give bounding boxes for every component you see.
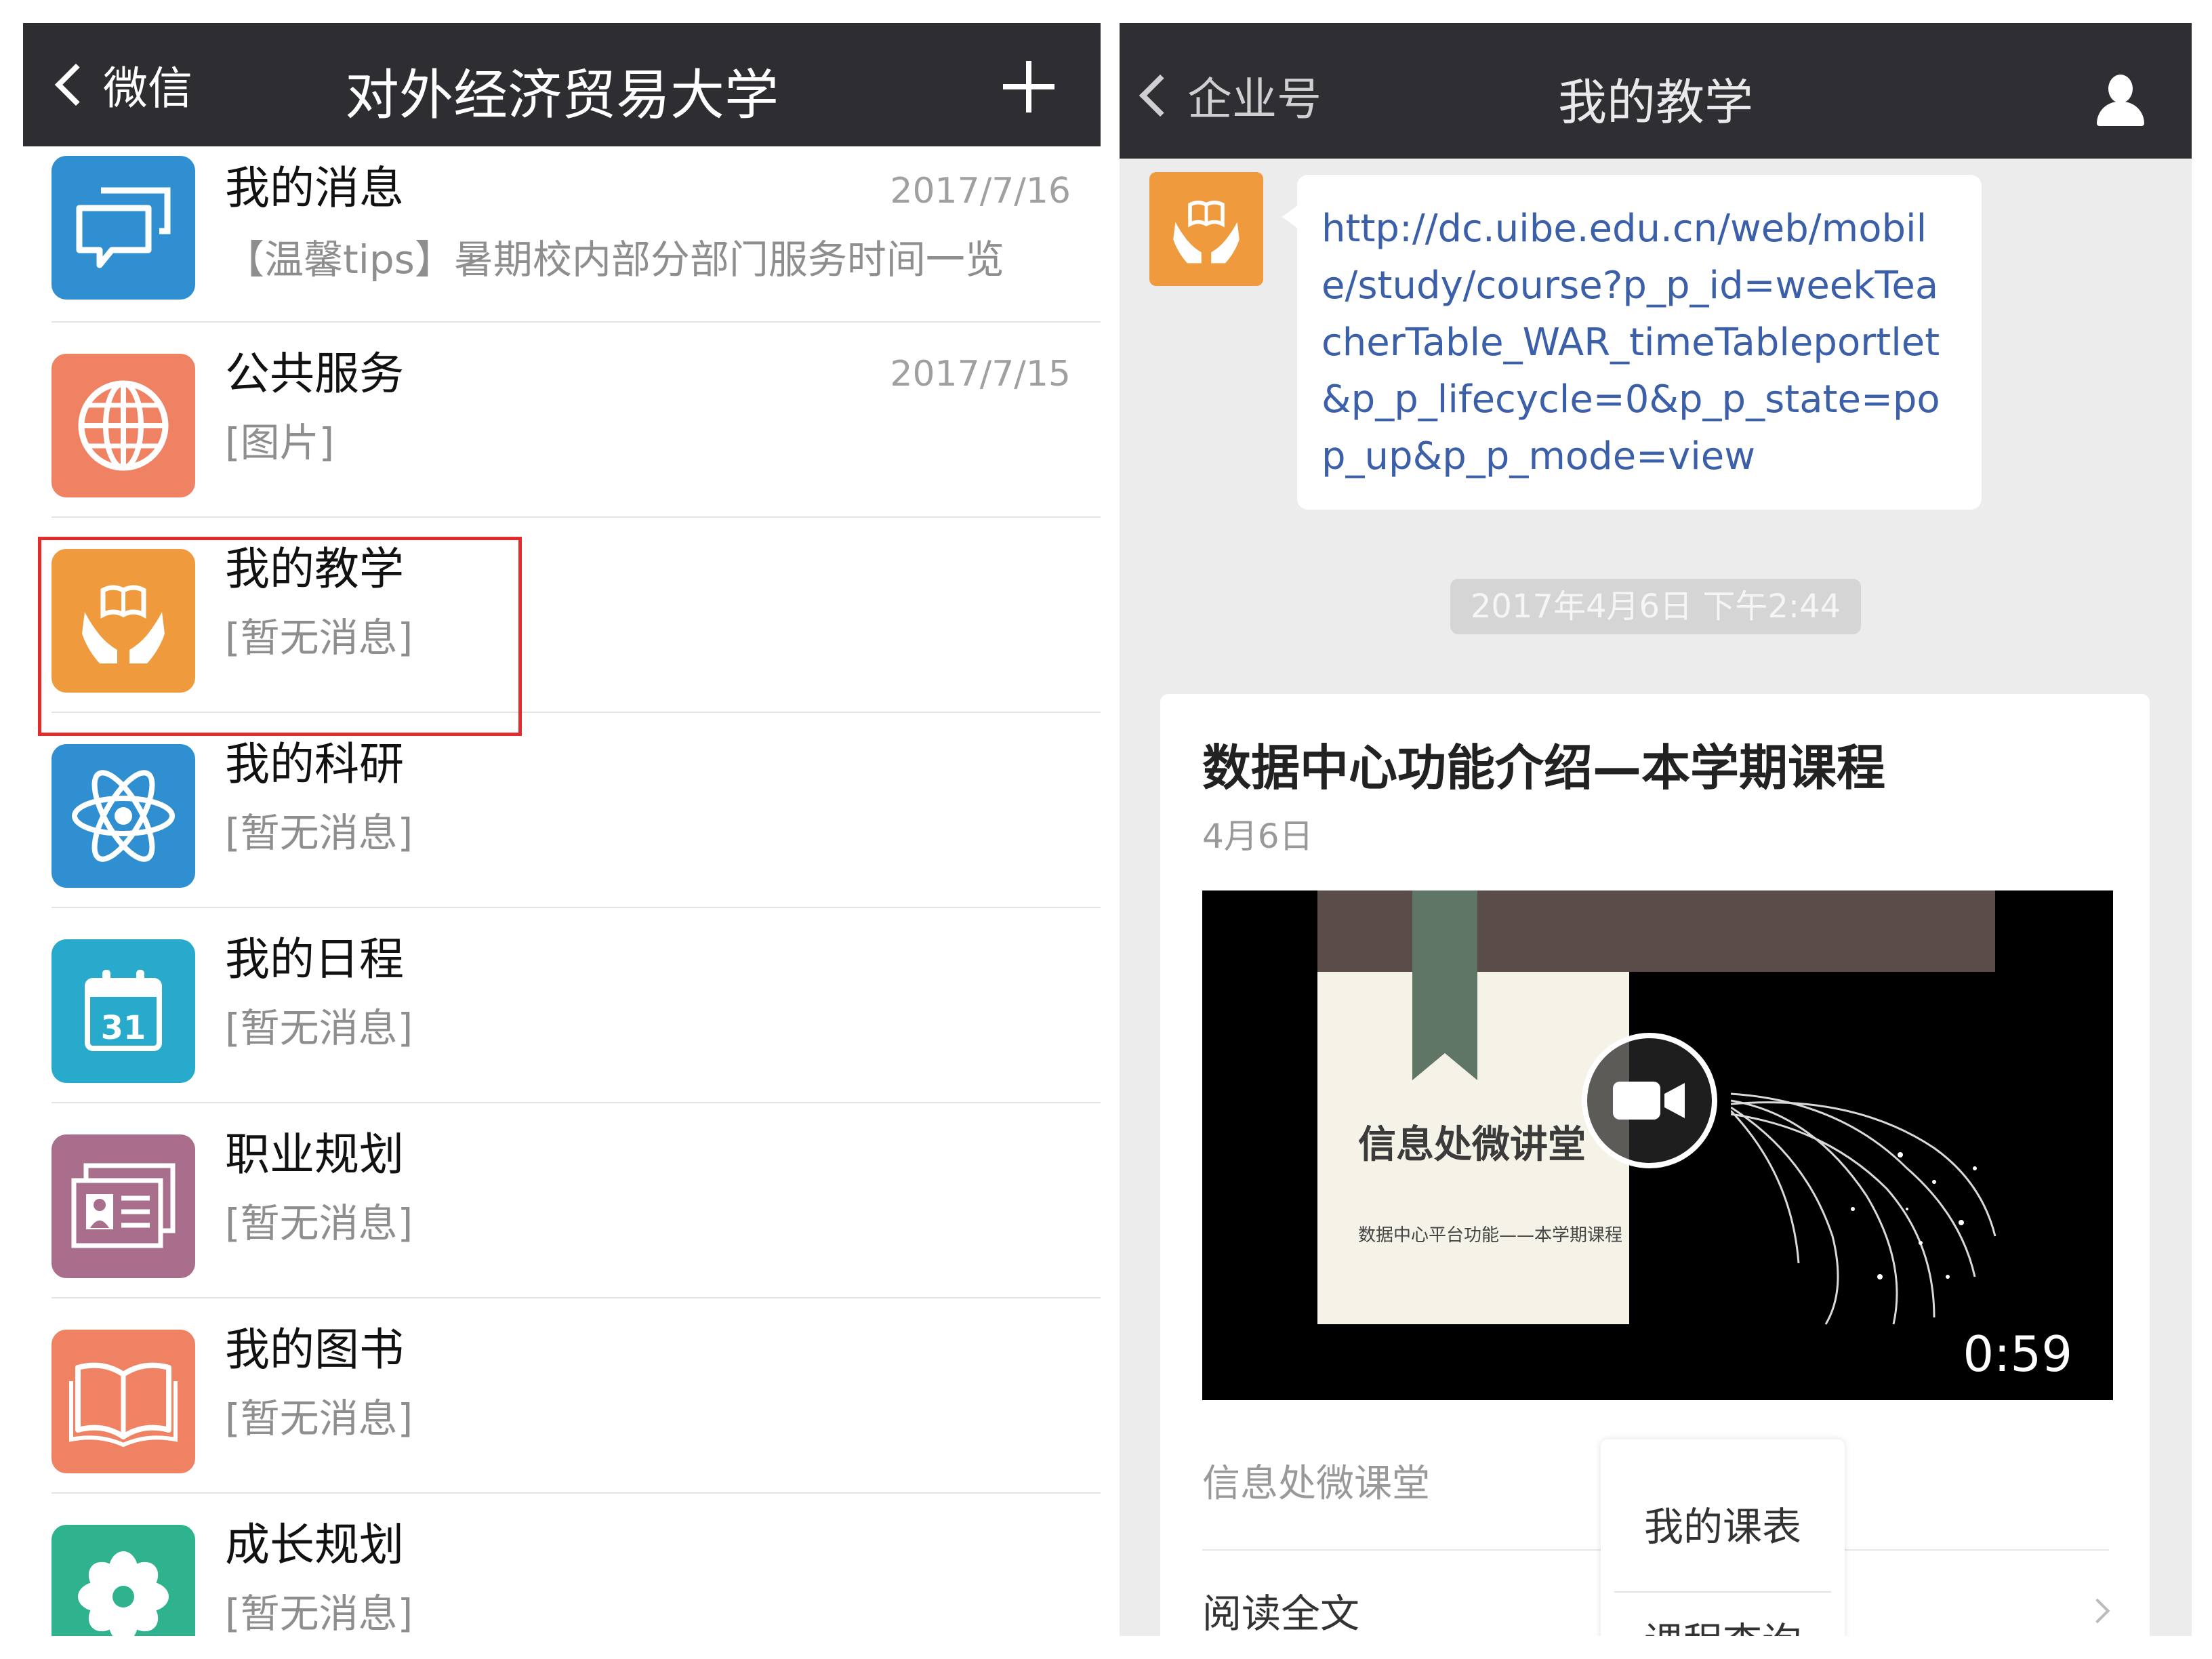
video-camera-icon[interactable] (1582, 1033, 1717, 1168)
item-name: 我的科研 (225, 738, 404, 790)
item-preview: [暂无消息] (225, 1200, 413, 1246)
id-card-icon (52, 1134, 195, 1278)
atom-icon (52, 744, 195, 888)
video-slide-title: 信息处微讲堂 (1358, 1123, 1586, 1167)
list-item-my-messages[interactable]: 我的消息 2017/7/16 【温馨tips】暑期校内部分部门服务时间一览 (23, 146, 1101, 323)
item-preview: [图片] (225, 419, 335, 466)
article-title[interactable]: 数据中心功能介绍—本学期课程 (1202, 728, 1885, 799)
chevron-right-icon (2085, 1598, 2110, 1624)
divider (1614, 1591, 1831, 1593)
menu-item-course-search[interactable]: 课程查询 (1601, 1610, 1845, 1636)
item-name: 职业规划 (225, 1128, 404, 1181)
calendar-day: 31 (101, 1009, 146, 1047)
article-date: 4月6日 (1202, 817, 1313, 856)
person-body (2097, 102, 2144, 126)
read-more-link[interactable]: 阅读全文 (1202, 1582, 1359, 1636)
message-bubble: http://dc.uibe.edu.cn/web/mobile/study/c… (1282, 175, 1982, 510)
navigation-bar: 企业号 我的教学 (1120, 23, 2192, 159)
chat-bubbles-icon (52, 156, 195, 300)
item-name: 我的日程 (225, 933, 404, 985)
item-preview: [暂无消息] (225, 810, 413, 856)
item-preview: [暂无消息] (225, 1005, 413, 1051)
menu-item-my-timetable[interactable]: 我的课表 (1601, 1495, 1845, 1552)
list-item-growth-planning[interactable]: 成长规划 [暂无消息] (23, 1494, 1101, 1636)
list-item-my-library[interactable]: 我的图书 [暂无消息] (23, 1298, 1101, 1494)
calendar-icon: 31 (52, 939, 195, 1083)
item-preview: [暂无消息] (225, 1591, 413, 1636)
article-source: 信息处微课堂 (1202, 1462, 1430, 1506)
left-screen: 微信 对外经济贸易大学 我的消息 2017/7/16 【温馨tips】暑期校内部… (23, 23, 1101, 1636)
light-burst-graphic (1731, 1092, 1996, 1325)
flower-icon (52, 1525, 195, 1636)
person-head (2108, 75, 2133, 103)
page-title: 对外经济贸易大学 (345, 64, 779, 127)
app-list: 我的消息 2017/7/16 【温馨tips】暑期校内部分部门服务时间一览 公共… (23, 146, 1101, 1636)
item-name: 我的消息 (225, 162, 404, 214)
list-item-career-planning[interactable]: 职业规划 [暂无消息] (23, 1103, 1101, 1298)
video-slide-subtitle: 数据中心平台功能——本学期课程 (1358, 1225, 1623, 1246)
item-time: 2017/7/16 (890, 171, 1071, 211)
item-time: 2017/7/15 (890, 354, 1071, 394)
item-name: 我的图书 (225, 1324, 404, 1376)
list-item-my-research[interactable]: 我的科研 [暂无消息] (23, 713, 1101, 908)
item-name: 成长规划 (225, 1519, 404, 1571)
item-name: 公共服务 (225, 348, 404, 400)
bookmark-ribbon (1412, 890, 1477, 1080)
item-preview: 【温馨tips】暑期校内部分部门服务时间一览 (225, 237, 1004, 283)
highlight-box (38, 537, 522, 736)
person-icon[interactable] (2090, 70, 2151, 131)
video-duration: 0:59 (1963, 1326, 2072, 1382)
menu-popup: 我的课表 课程查询 (1601, 1439, 1845, 1636)
message-link[interactable]: http://dc.uibe.edu.cn/web/mobile/study/c… (1322, 201, 1957, 485)
globe-icon (52, 354, 195, 497)
page-title: 我的教学 (1557, 74, 1753, 131)
sender-avatar[interactable] (1149, 172, 1263, 286)
hands-book-icon (1173, 201, 1240, 264)
video-player[interactable]: 信息处微讲堂 数据中心平台功能——本学期课程 0:59 (1202, 890, 2113, 1400)
item-preview: [暂无消息] (225, 1395, 413, 1441)
open-book-icon (52, 1330, 195, 1473)
add-icon[interactable] (1003, 61, 1054, 112)
message-timestamp: 2017年4月6日 下午2:44 (1450, 579, 1861, 634)
right-screen: 企业号 我的教学 http://dc.uibe.edu.cn/web/mobil… (1120, 23, 2192, 1636)
list-item-my-schedule[interactable]: 31 我的日程 [暂无消息] (23, 908, 1101, 1103)
navigation-bar: 微信 对外经济贸易大学 (23, 23, 1101, 146)
list-item-public-service[interactable]: 公共服务 2017/7/15 [图片] (23, 323, 1101, 518)
